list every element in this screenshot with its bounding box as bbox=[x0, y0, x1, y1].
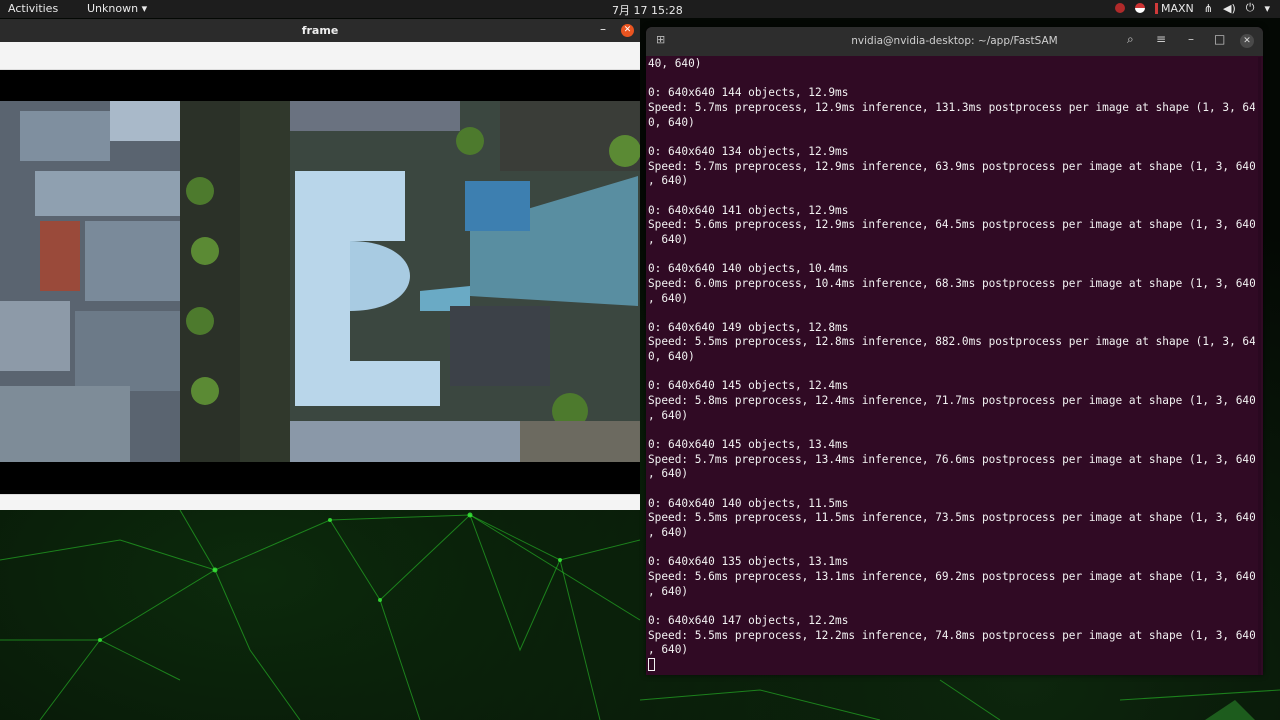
terminal-line: 0: 640x640 149 objects, 12.8ms bbox=[648, 320, 849, 334]
terminal-line: Speed: 5.6ms preprocess, 12.9ms inferenc… bbox=[648, 218, 1255, 232]
terminal-line: , 640) bbox=[648, 584, 689, 598]
maximize-icon[interactable]: □ bbox=[1214, 32, 1225, 46]
terminal-line: Speed: 5.5ms preprocess, 11.5ms inferenc… bbox=[648, 511, 1255, 525]
terminal-line: Speed: 5.5ms preprocess, 12.2ms inferenc… bbox=[648, 628, 1255, 642]
terminal-title: nvidia@nvidia-desktop: ~/app/FastSAM bbox=[851, 35, 1058, 47]
nvidia-icon bbox=[1155, 2, 1158, 14]
terminal-line: 0: 640x640 147 objects, 12.2ms bbox=[648, 613, 849, 627]
terminal-line: Speed: 5.7ms preprocess, 12.9ms inferenc… bbox=[648, 100, 1255, 114]
top-bar: Activities Unknown ▾ 7月 17 15:28 MAXN ⋔ … bbox=[0, 0, 1280, 18]
terminal-line: Speed: 5.7ms preprocess, 12.9ms inferenc… bbox=[648, 159, 1255, 173]
terminal-titlebar[interactable]: ⊞ nvidia@nvidia-desktop: ~/app/FastSAM ⌕… bbox=[646, 27, 1263, 56]
video-frame bbox=[0, 70, 640, 494]
power-mode-label: MAXN bbox=[1161, 1, 1194, 15]
activities-button[interactable]: Activities bbox=[8, 2, 58, 15]
terminal-line: 0: 640x640 140 objects, 10.4ms bbox=[648, 262, 849, 276]
app-menu[interactable]: Unknown ▾ bbox=[87, 2, 147, 15]
input-method-icon[interactable] bbox=[1135, 3, 1145, 13]
terminal-line: , 640) bbox=[648, 643, 689, 657]
terminal-line: 0, 640) bbox=[648, 350, 695, 364]
terminal-line: Speed: 6.0ms preprocess, 10.4ms inferenc… bbox=[648, 276, 1255, 290]
terminal-line: , 640) bbox=[648, 408, 689, 422]
chevron-down-icon[interactable]: ▾ bbox=[1264, 2, 1270, 15]
terminal-line: , 640) bbox=[648, 232, 689, 246]
system-tray[interactable]: MAXN ⋔ ◀) ⏻ ▾ bbox=[1115, 1, 1270, 15]
terminal-cursor bbox=[648, 657, 655, 671]
terminal-scrollbar[interactable] bbox=[1258, 57, 1261, 675]
frame-titlebar[interactable]: frame – ✕ bbox=[0, 19, 640, 42]
terminal-line: Speed: 5.7ms preprocess, 13.4ms inferenc… bbox=[648, 452, 1255, 466]
network-icon[interactable]: ⋔ bbox=[1204, 2, 1213, 15]
terminal-line: Speed: 5.8ms preprocess, 12.4ms inferenc… bbox=[648, 394, 1255, 408]
aerial-city-image bbox=[0, 101, 640, 462]
close-icon[interactable]: ✕ bbox=[621, 24, 634, 37]
terminal-line: 0: 640x640 141 objects, 12.9ms bbox=[648, 203, 849, 217]
terminal-line: 0: 640x640 135 objects, 13.1ms bbox=[648, 555, 849, 569]
app-menu-label: Unknown bbox=[87, 2, 139, 15]
power-icon[interactable]: ⏻ bbox=[1246, 1, 1255, 15]
terminal-line: Speed: 5.6ms preprocess, 13.1ms inferenc… bbox=[648, 569, 1255, 583]
terminal-line: Speed: 5.5ms preprocess, 12.8ms inferenc… bbox=[648, 335, 1255, 349]
terminal-prompt-line bbox=[648, 657, 1255, 674]
frame-window: frame – ✕ bbox=[0, 19, 640, 510]
terminal-output[interactable]: 40, 640) 0: 640x640 144 objects, 12.9ms S… bbox=[646, 57, 1255, 675]
aerial-city-drawing bbox=[0, 101, 640, 462]
minimize-icon[interactable]: – bbox=[1188, 32, 1194, 46]
chevron-down-icon: ▾ bbox=[141, 2, 148, 15]
power-mode-indicator[interactable]: MAXN bbox=[1155, 2, 1194, 15]
frame-window-title: frame bbox=[301, 24, 339, 37]
volume-icon[interactable]: ◀) bbox=[1223, 2, 1236, 15]
terminal-line: 0: 640x640 134 objects, 12.9ms bbox=[648, 144, 849, 158]
terminal-line: 0: 640x640 145 objects, 12.4ms bbox=[648, 379, 849, 393]
terminal-window: ⊞ nvidia@nvidia-desktop: ~/app/FastSAM ⌕… bbox=[646, 27, 1263, 675]
terminal-line: 0: 640x640 144 objects, 12.9ms bbox=[648, 86, 849, 100]
record-icon[interactable] bbox=[1115, 3, 1125, 13]
terminal-line: 0: 640x640 140 objects, 11.5ms bbox=[648, 496, 849, 510]
clock[interactable]: 7月 17 15:28 bbox=[612, 2, 683, 18]
terminal-line: , 640) bbox=[648, 174, 689, 188]
terminal-line: , 640) bbox=[648, 526, 689, 539]
terminal-line: , 640) bbox=[648, 291, 689, 305]
frame-statusbar bbox=[0, 494, 640, 510]
frame-toolbar-area bbox=[0, 42, 640, 70]
terminal-line: , 640) bbox=[648, 467, 689, 481]
terminal-line: 0, 640) bbox=[648, 115, 695, 129]
hamburger-menu-icon[interactable]: ≡ bbox=[1156, 32, 1166, 46]
terminal-line: 0: 640x640 145 objects, 13.4ms bbox=[648, 438, 849, 452]
close-icon[interactable]: ✕ bbox=[1240, 34, 1254, 48]
minimize-icon[interactable]: – bbox=[600, 22, 606, 36]
terminal-line: 40, 640) bbox=[648, 57, 702, 70]
search-icon[interactable]: ⌕ bbox=[1127, 32, 1134, 47]
